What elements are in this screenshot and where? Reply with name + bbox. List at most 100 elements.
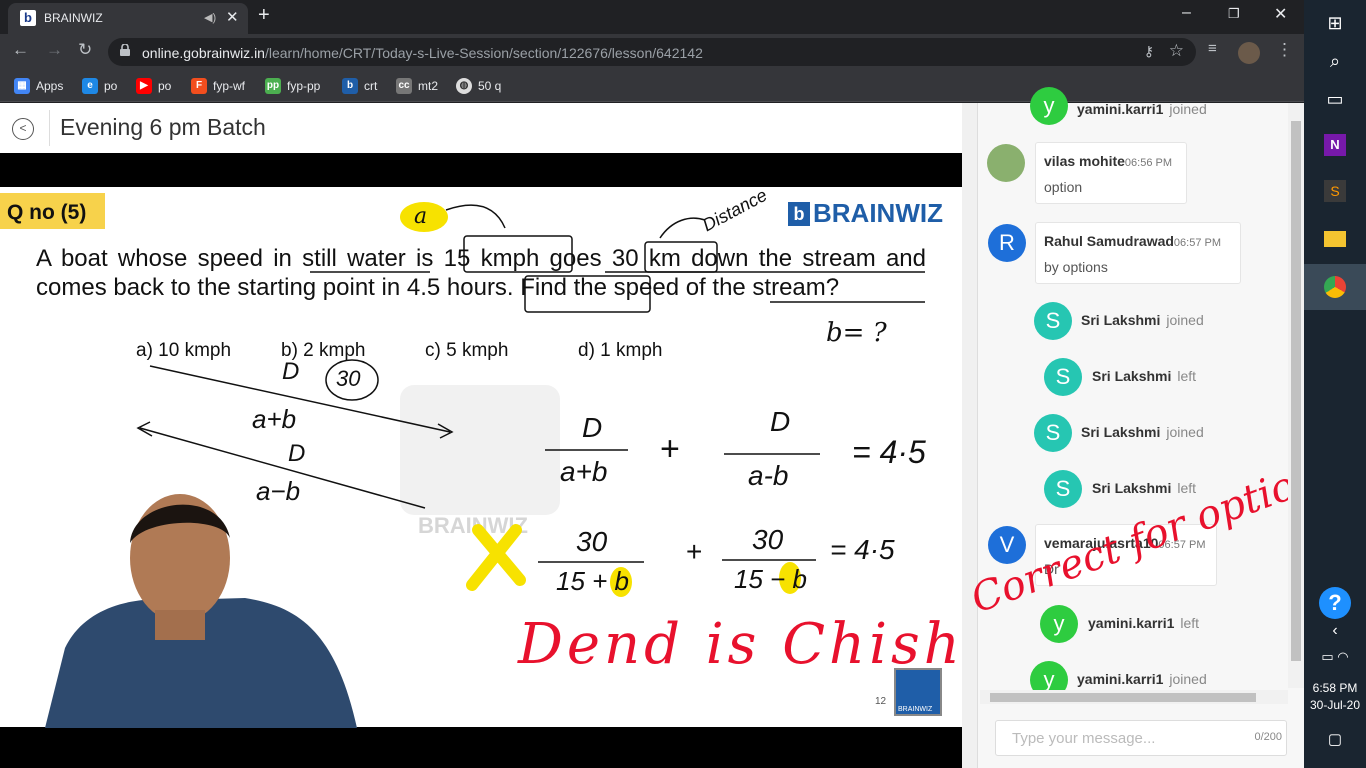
annot-30: 30 [336,366,361,391]
chat-left-scroll[interactable] [962,103,978,768]
presenter-video [45,494,357,728]
address-bar[interactable]: online.gobrainwiz.in/learn/home/CRT/Toda… [108,38,1196,66]
frac2-denominator: a-b [748,460,789,491]
chat-input-box[interactable]: 0/200 [995,720,1287,756]
frac3-denominator: 15 + b [556,566,630,596]
chat-message-time: 06:56 PM [1124,157,1173,169]
chat-message-input[interactable] [996,721,1236,755]
chat-message-name: Rahul Samudrawad [1044,233,1174,249]
brainwiz-icon: b [342,78,358,94]
notification-icon[interactable]: ▢ [1304,716,1366,762]
bookmark-po-youtube[interactable]: ▶ po [136,77,171,95]
chat-message: vilas mohite06:56 PM option [1035,142,1187,204]
speaker-icon[interactable]: ◀) [204,11,216,24]
equals-4-5-b: = 4·5 [830,534,895,565]
minimize-icon[interactable]: – [1182,4,1191,22]
chat-vertical-scrollbar[interactable] [1288,103,1304,688]
ie-icon: e [82,78,98,94]
restore-icon[interactable]: ❐ [1228,6,1240,22]
annot-d2: D [288,440,306,467]
windows-taskbar: ⊞ ⌕ ▭ N S ? ‹ ▭ ◠ ▢ [1304,0,1366,768]
battery-wifi-icon[interactable]: ▭ ◠ [1304,634,1366,680]
clock-date: 30-Jul-20 [1309,698,1361,712]
system-clock[interactable]: 6:58 PM 30-Jul-20 [1304,680,1366,714]
youtube-icon: ▶ [136,78,152,94]
plus-sign-1: + [660,430,680,468]
tab-title: BRAINWIZ [44,11,103,25]
chat-event-row: Sri Lakshmi joined [1081,424,1204,440]
browser-tab[interactable]: b BRAINWIZ ◀) ✕ [8,3,248,34]
clock-time: 6:58 PM [1312,681,1358,695]
cc-icon: cc [396,78,412,94]
forward-icon[interactable]: → [46,40,63,60]
bookmarks-bar: ▦ Apps e po ▶ po Ffyp-wf pp fyp-pp b crt cc mt… [0,70,1304,102]
bookmark-star-icon[interactable]: ☆ [1169,41,1184,61]
chat-event-row: yamini.karri1 left [1088,615,1200,631]
menu-kebab-icon[interactable]: ⋮ [1276,40,1293,60]
chat-horizontal-scrollbar[interactable] [980,690,1288,704]
close-window-icon[interactable]: ✕ [1274,4,1287,24]
bookmark-50q[interactable]: ◍ 50 q [456,77,501,95]
equals-4-5-a: = 4·5 [852,434,926,470]
frac3-numerator: 30 [576,526,608,557]
chat-event-row: Sri Lakshmi left [1092,368,1197,384]
header-divider [49,110,50,146]
bookmark-crt[interactable]: b crt [342,77,377,95]
frac4-numerator: 30 [752,524,784,555]
avatar: S [1044,358,1082,396]
bookmark-fyp-wf[interactable]: Ffyp-wf [191,77,245,95]
close-tab-icon[interactable]: ✕ [226,8,239,26]
pp-icon: pp [265,78,281,94]
annot-a: a [414,204,428,229]
frac2-numerator: D [770,406,791,437]
frac4-denominator: 15 − b [734,564,808,594]
chrome-icon[interactable] [1304,264,1366,310]
annot-b-eq: b= ? [826,318,887,348]
avatar: S [1034,302,1072,340]
chat-event-row: yamini.karri1 joined [1077,671,1207,687]
annot-a-plus-b: a+b [252,404,297,434]
plus-sign-2: + [686,536,703,567]
bookmark-po-ie[interactable]: e po [82,77,117,95]
sublime-icon[interactable]: S [1304,168,1366,214]
file-explorer-icon[interactable] [1304,216,1366,262]
avatar: S [1044,470,1082,508]
bookmark-apps[interactable]: ▦ Apps [14,77,63,95]
key-icon[interactable]: ⚷ [1144,43,1154,60]
chat-event-action: joined [1169,101,1207,117]
chat-message-text: option [1044,179,1083,195]
new-tab-icon[interactable]: + [258,4,270,27]
chat-message-text: by options [1044,259,1108,275]
media-control-icon[interactable]: ≡ [1208,40,1217,57]
brainwiz-favicon-icon: b [20,10,36,26]
avatar: y [1030,87,1068,125]
corner-brainwiz-logo: BRAINWIZ [894,668,942,716]
apps-grid-icon: ▦ [14,78,30,94]
back-icon[interactable]: ← [12,40,29,60]
avatar: S [1034,414,1072,452]
figma-icon: F [191,78,207,94]
chat-message-time: 06:57 PM [1173,237,1222,249]
lock-icon [120,44,130,56]
onenote-icon[interactable]: N [1304,122,1366,168]
chat-event-name: yamini.karri1 [1077,101,1164,117]
avatar-photo [987,144,1025,182]
slide-number: 12 [875,696,887,707]
frac1-numerator: D [582,412,603,443]
back-button[interactable]: < [12,118,34,140]
chat-event-row: Sri Lakshmi joined [1081,312,1204,328]
avatar: y [1040,605,1078,643]
chat-message: Rahul Samudrawad06:57 PM by options [1035,222,1241,284]
frac1-denominator: a+b [560,456,608,487]
task-view-icon[interactable]: ▭ [1304,76,1366,122]
globe-icon: ◍ [456,78,472,94]
annot-d: D [282,358,300,385]
chat-event-row: Sri Lakshmi left [1092,480,1197,496]
reload-icon[interactable]: ↻ [78,40,92,60]
page-title: Evening 6 pm Batch [60,114,266,140]
avatar: R [988,224,1026,262]
char-counter: 0/200 [1254,731,1282,743]
profile-avatar[interactable] [1238,42,1260,64]
bookmark-fyp-pp[interactable]: pp fyp-pp [265,77,320,95]
bookmark-mt2[interactable]: cc mt2 [396,77,438,95]
